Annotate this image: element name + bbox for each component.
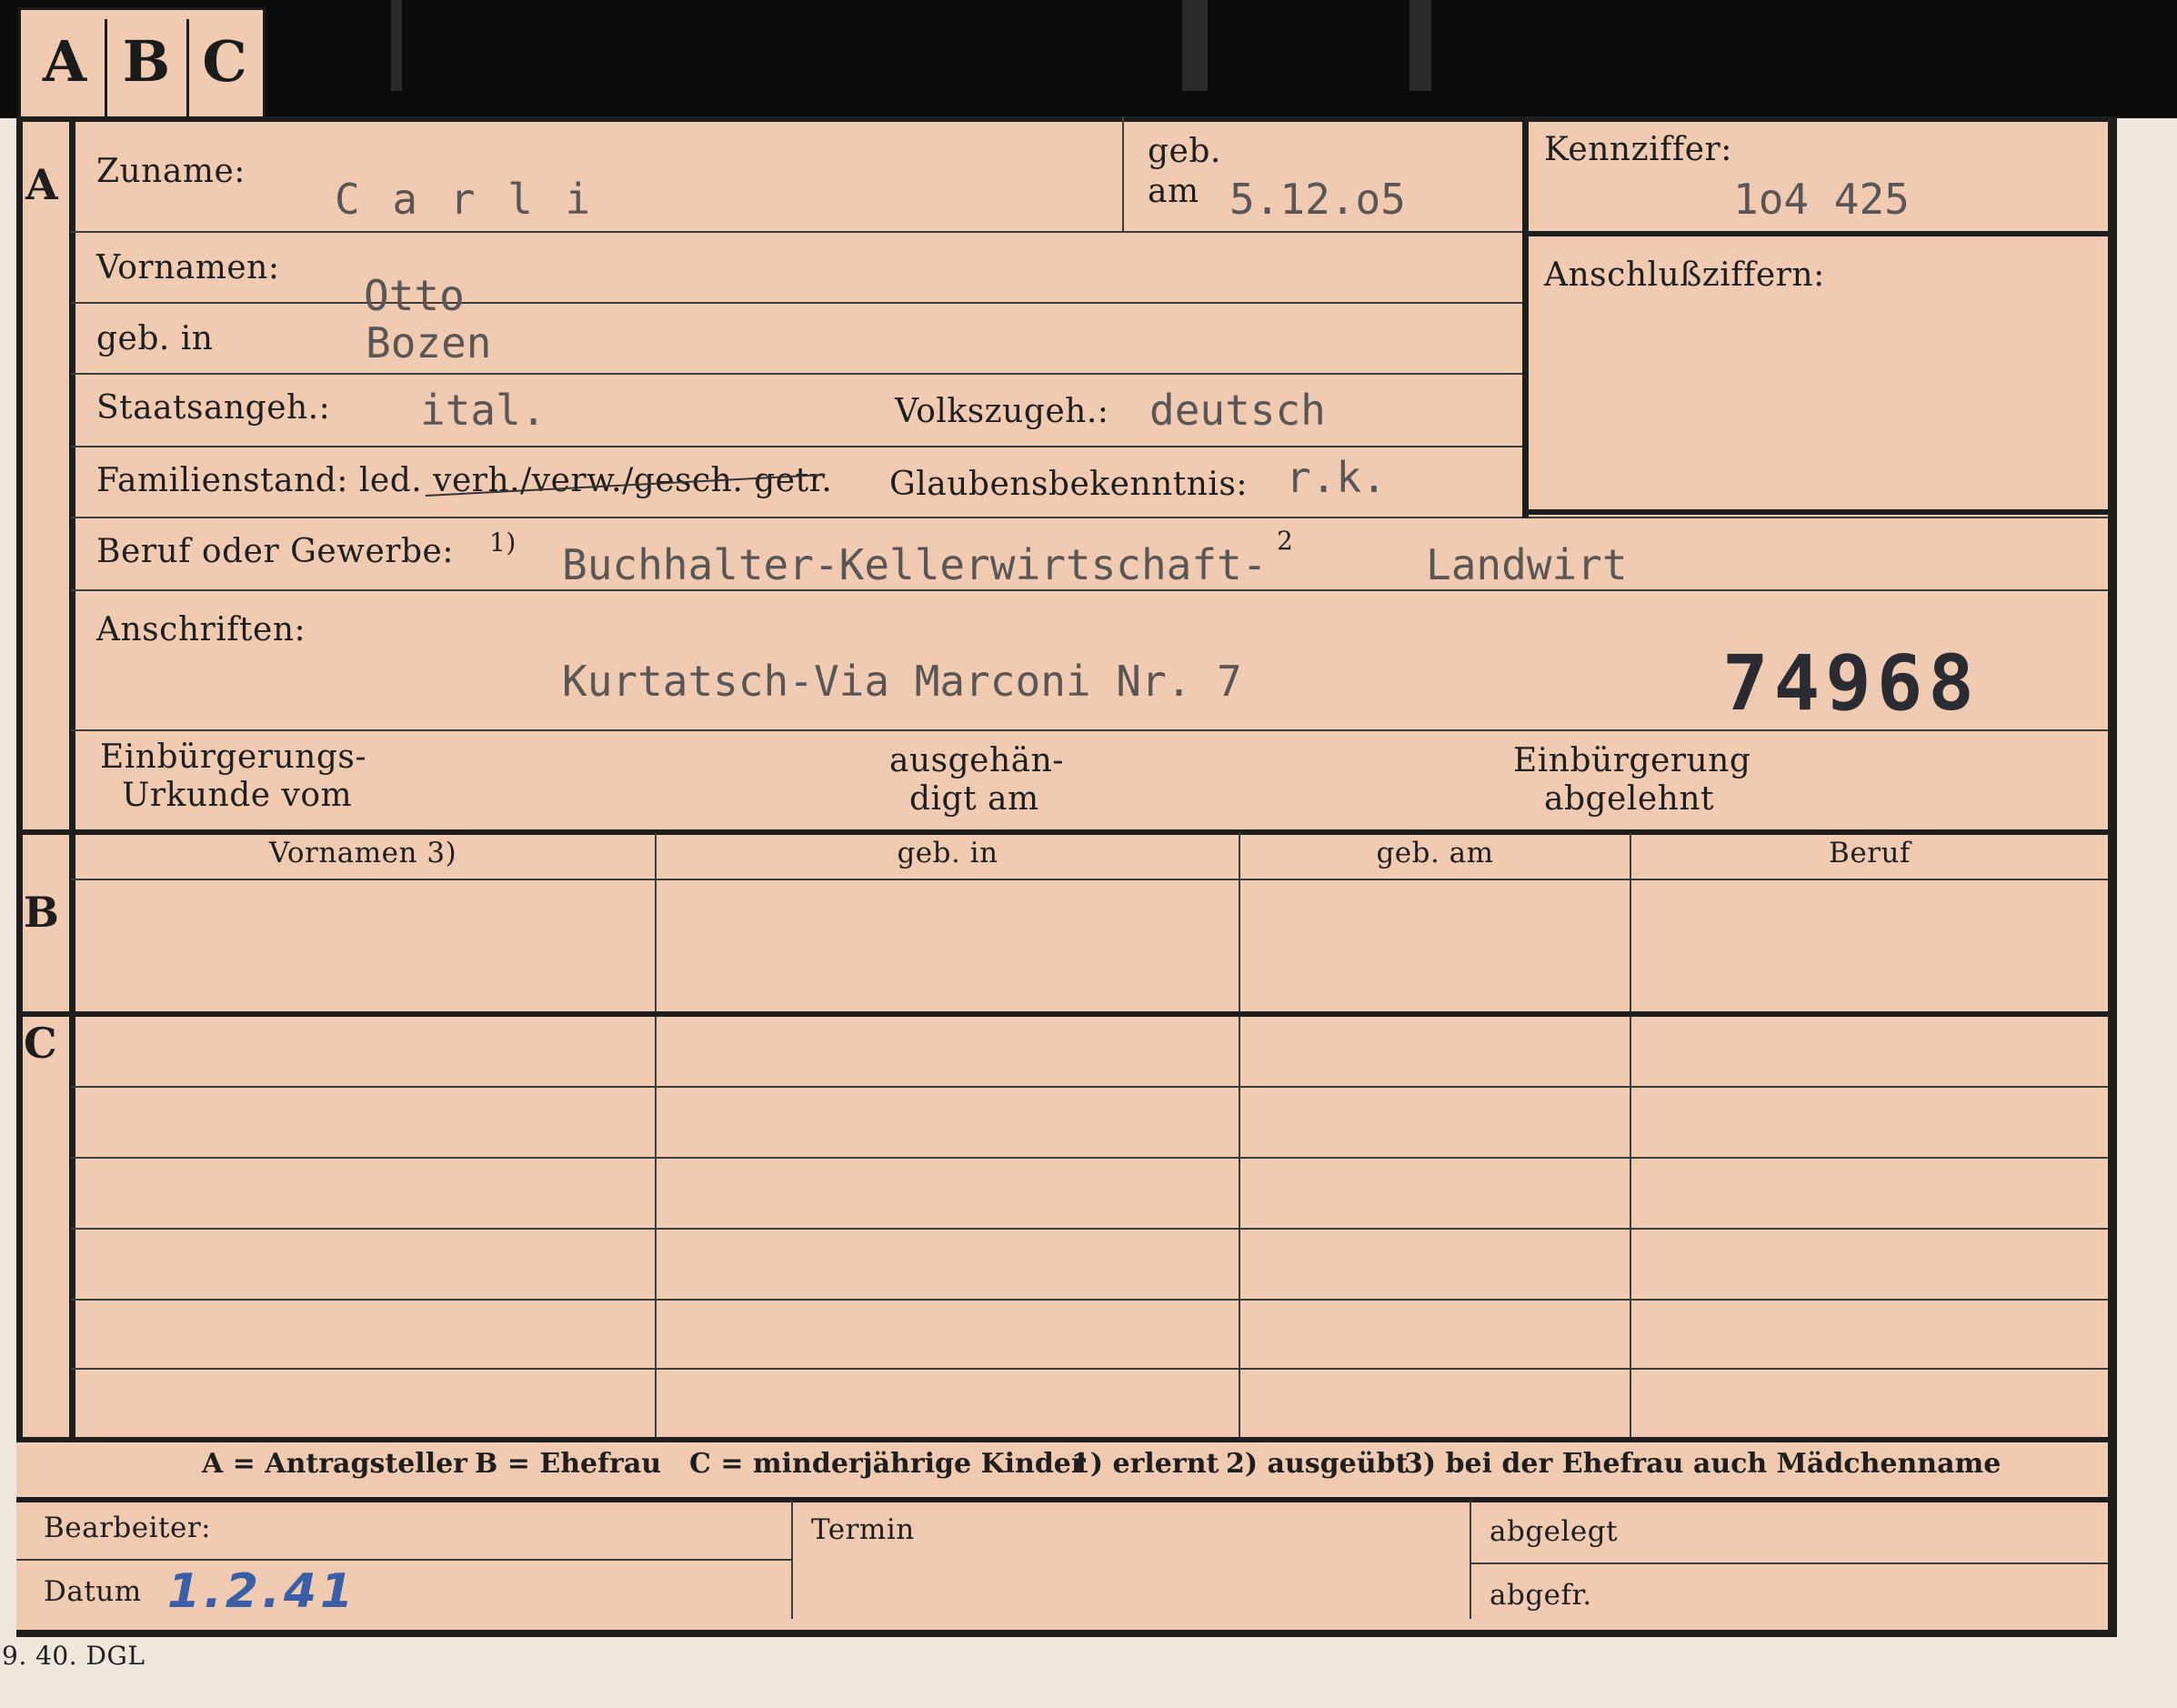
ausgehaendigt-label-line2: digt am xyxy=(909,780,1039,818)
child-row-divider xyxy=(71,1086,2108,1088)
geb-in-label: geb. in xyxy=(96,320,214,357)
beruf-label: Beruf oder Gewerbe: xyxy=(96,533,454,570)
kennziffer-box-divider xyxy=(1522,231,2108,236)
row-divider xyxy=(71,446,1526,447)
section-letter-c: C xyxy=(24,1019,57,1068)
child-row-divider xyxy=(71,1299,2108,1301)
footer-row-divider xyxy=(16,1559,791,1561)
am-label: am xyxy=(1148,173,1199,210)
legend-b: B = Ehefrau xyxy=(475,1448,662,1480)
column-header-geb-am: geb. am xyxy=(1376,837,1494,869)
card-left-border xyxy=(16,116,23,1437)
einbuergerungs-label-line1: Einbürgerungs- xyxy=(100,738,367,776)
row-divider xyxy=(71,729,2108,731)
legend-note-2: 2) ausgeübt xyxy=(1226,1448,1409,1480)
legend-top-border xyxy=(16,1437,2108,1442)
kennziffer-box-left xyxy=(1522,116,1529,518)
table-header-divider xyxy=(71,879,2108,880)
legend-a: A = Antragsteller xyxy=(202,1448,467,1480)
anschriften-label: Anschriften: xyxy=(96,611,306,648)
section-column-border xyxy=(69,116,75,1437)
table-column-divider xyxy=(1239,833,1240,1437)
beruf-footnote-1: 1) xyxy=(489,527,517,558)
legend-c: C = minderjährige Kinder xyxy=(689,1448,1086,1480)
anschlussziffern-label: Anschlußziffern: xyxy=(1544,256,1825,294)
column-header-beruf: Beruf xyxy=(1829,837,1911,869)
zuname-label: Zuname: xyxy=(96,153,246,190)
row-divider xyxy=(71,517,2108,518)
printer-mark: 9. 40. DGL xyxy=(2,1641,145,1671)
child-row-divider xyxy=(71,1228,2108,1230)
staatsangehoerigkeit-value: ital. xyxy=(420,386,547,435)
card-top-border xyxy=(16,116,2108,122)
footer-row-divider xyxy=(1470,1562,2108,1564)
glaubensbekenntnis-value: r.k. xyxy=(1286,453,1387,502)
tab-letter-c: C xyxy=(202,28,247,95)
vornamen-value: Otto xyxy=(364,271,465,320)
section-b-top-border xyxy=(16,829,2108,835)
footer-column-divider xyxy=(1470,1501,1471,1619)
einbuergerungs-label-line2: Urkunde vom xyxy=(122,777,353,814)
abgelegt-label: abgelegt xyxy=(1490,1515,1619,1548)
zuname-value: C a r l i xyxy=(335,175,595,224)
bearbeiter-label: Bearbeiter: xyxy=(44,1512,212,1544)
registration-card: A Zuname: C a r l i geb. am 5.12.o5 Kenn… xyxy=(16,116,2117,1637)
anschrift-value: Kurtatsch-Via Marconi Nr. 7 xyxy=(562,657,1242,706)
legend-bottom-border xyxy=(16,1497,2108,1502)
staatsangehoerigkeit-label: Staatsangeh.: xyxy=(96,389,331,427)
section-letter-a: A xyxy=(25,160,58,209)
geb-am-value: 5.12.o5 xyxy=(1229,175,1406,224)
tab-letter-b: B xyxy=(122,28,171,95)
background-stripe xyxy=(1182,0,1208,91)
vornamen-label: Vornamen: xyxy=(96,249,280,286)
datum-handwritten-value: 1.2.41 xyxy=(167,1564,357,1619)
datum-label: Datum xyxy=(44,1575,142,1608)
kennziffer-box-bottom xyxy=(1522,509,2108,515)
row-divider xyxy=(71,589,2108,591)
row-divider xyxy=(71,302,1526,304)
beruf-value-2: Landwirt xyxy=(1426,540,1628,589)
legend-note-3: 3) bei der Ehefrau auch Mädchenname xyxy=(1404,1448,2001,1480)
table-column-divider xyxy=(1630,833,1631,1437)
geb-column-divider xyxy=(1122,116,1124,233)
row-divider xyxy=(71,373,1526,375)
beruf-value: Buchhalter-Kellerwirtschaft- xyxy=(562,540,1268,589)
scan-background xyxy=(0,0,2177,118)
kennziffer-label: Kennziffer: xyxy=(1544,131,1732,168)
geb-in-value: Bozen xyxy=(366,318,492,367)
ausgehaendigt-label-line1: ausgehän- xyxy=(889,742,1064,779)
volkszugehoerigkeit-label: Volkszugeh.: xyxy=(895,393,1109,430)
volkszugehoerigkeit-value: deutsch xyxy=(1149,386,1326,435)
table-column-divider xyxy=(655,833,657,1437)
glaubensbekenntnis-label: Glaubensbekenntnis: xyxy=(889,466,1249,503)
abc-index-tab: A B C xyxy=(18,7,266,126)
einbuergerung-abgelehnt-line2: abgelehnt xyxy=(1544,780,1715,818)
tab-letter-a: A xyxy=(42,28,87,95)
termin-label: Termin xyxy=(811,1513,915,1546)
tab-divider xyxy=(105,19,107,119)
column-header-vornamen: Vornamen 3) xyxy=(268,837,457,869)
kennziffer-value: 1o4 425 xyxy=(1733,175,1910,224)
column-header-geb-in: geb. in xyxy=(897,837,998,869)
row-divider xyxy=(71,231,1526,233)
abgefr-label: abgefr. xyxy=(1490,1579,1592,1612)
child-row-divider xyxy=(71,1157,2108,1159)
stamped-number: 74968 xyxy=(1722,638,1980,728)
footer-column-divider xyxy=(791,1501,793,1619)
background-stripe xyxy=(1410,0,1431,91)
child-row-divider xyxy=(71,1368,2108,1370)
background-stripe xyxy=(391,0,402,91)
einbuergerung-abgelehnt-line1: Einbürgerung xyxy=(1513,742,1751,779)
beruf-footnote-2: 2 xyxy=(1277,526,1294,556)
legend-note-1: 1) erlernt xyxy=(1071,1448,1219,1480)
geb-label: geb. xyxy=(1148,133,1221,170)
section-c-top-border xyxy=(16,1011,2108,1017)
section-letter-b: B xyxy=(24,888,59,937)
